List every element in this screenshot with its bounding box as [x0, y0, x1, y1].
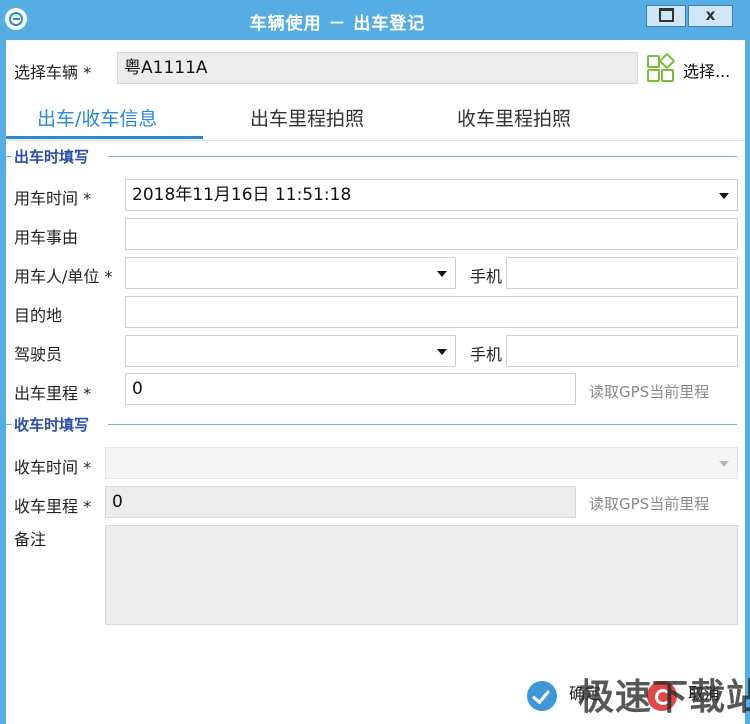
use-reason-input[interactable]: [125, 218, 738, 250]
dialog-window: 车辆使用 － 出车登记 x 选择车辆 * 粤A1111A 选择... 出车/收车…: [0, 0, 750, 724]
driver-phone-label: 手机: [470, 345, 503, 364]
section-divider: [6, 424, 12, 425]
return-mileage-input[interactable]: 0: [105, 486, 576, 518]
return-mileage-label: 收车里程 *: [14, 497, 92, 516]
destination-label: 目的地: [14, 306, 63, 325]
confirm-check-icon[interactable]: [527, 681, 557, 711]
chevron-down-icon: [719, 461, 729, 467]
return-time-label: 收车时间 *: [14, 458, 92, 477]
tab-bar: 出车/收车信息 出车里程拍照 收车里程拍照: [6, 98, 745, 141]
maximize-button[interactable]: [646, 5, 686, 27]
user-phone-input[interactable]: [506, 257, 738, 289]
tab-return-mileage-photo[interactable]: 收车里程拍照: [457, 104, 571, 131]
driver-label: 驾驶员: [14, 345, 63, 364]
departure-section-header: 出车时填写: [6, 146, 745, 168]
select-grid-icon[interactable]: [647, 52, 676, 83]
select-vehicle-button[interactable]: 选择...: [683, 58, 730, 82]
user-unit-select[interactable]: [125, 257, 456, 289]
return-time-select[interactable]: [105, 447, 738, 479]
vehicle-field[interactable]: 粤A1111A: [117, 52, 638, 84]
section-divider: [108, 156, 737, 157]
return-section-header: 收车时填写: [6, 414, 745, 436]
notes-label: 备注: [14, 530, 47, 549]
return-section-title: 收车时填写: [14, 416, 90, 434]
window-title: 车辆使用 － 出车登记: [249, 14, 426, 34]
departure-section-title: 出车时填写: [14, 148, 90, 166]
use-time-value: 2018年11月16日 11:51:18: [132, 185, 352, 205]
chevron-down-icon: [437, 349, 447, 355]
section-divider: [108, 424, 737, 425]
departure-mileage-input[interactable]: 0: [125, 373, 576, 405]
maximize-icon: [658, 7, 674, 22]
tab-departure-mileage-photo[interactable]: 出车里程拍照: [250, 104, 364, 131]
use-reason-label: 用车事由: [14, 228, 79, 247]
close-button[interactable]: x: [688, 5, 733, 27]
active-tab-indicator: [6, 136, 203, 139]
tab-departure-return-info[interactable]: 出车/收车信息: [37, 104, 157, 131]
user-phone-label: 手机: [470, 267, 503, 286]
section-divider: [6, 156, 12, 157]
user-unit-label: 用车人/单位 *: [14, 267, 113, 286]
return-gps-button[interactable]: 读取GPS当前里程: [589, 493, 709, 514]
notes-textarea[interactable]: [105, 525, 738, 625]
departure-gps-button[interactable]: 读取GPS当前里程: [589, 381, 709, 402]
vehicle-label: 选择车辆 *: [14, 63, 92, 82]
use-time-label: 用车时间 *: [14, 189, 92, 208]
title-bar[interactable]: 车辆使用 － 出车登记 x: [0, 0, 750, 38]
destination-input[interactable]: [125, 296, 738, 328]
driver-select[interactable]: [125, 335, 456, 367]
departure-mileage-label: 出车里程 *: [14, 384, 92, 403]
dialog-content: 选择车辆 * 粤A1111A 选择... 出车/收车信息 出车里程拍照 收车里程…: [6, 40, 750, 724]
chevron-down-icon: [719, 193, 729, 199]
chevron-down-icon: [437, 271, 447, 277]
use-time-select[interactable]: 2018年11月16日 11:51:18: [125, 179, 738, 211]
driver-phone-input[interactable]: [506, 335, 738, 367]
watermark-text: 极速下载站: [578, 677, 750, 718]
